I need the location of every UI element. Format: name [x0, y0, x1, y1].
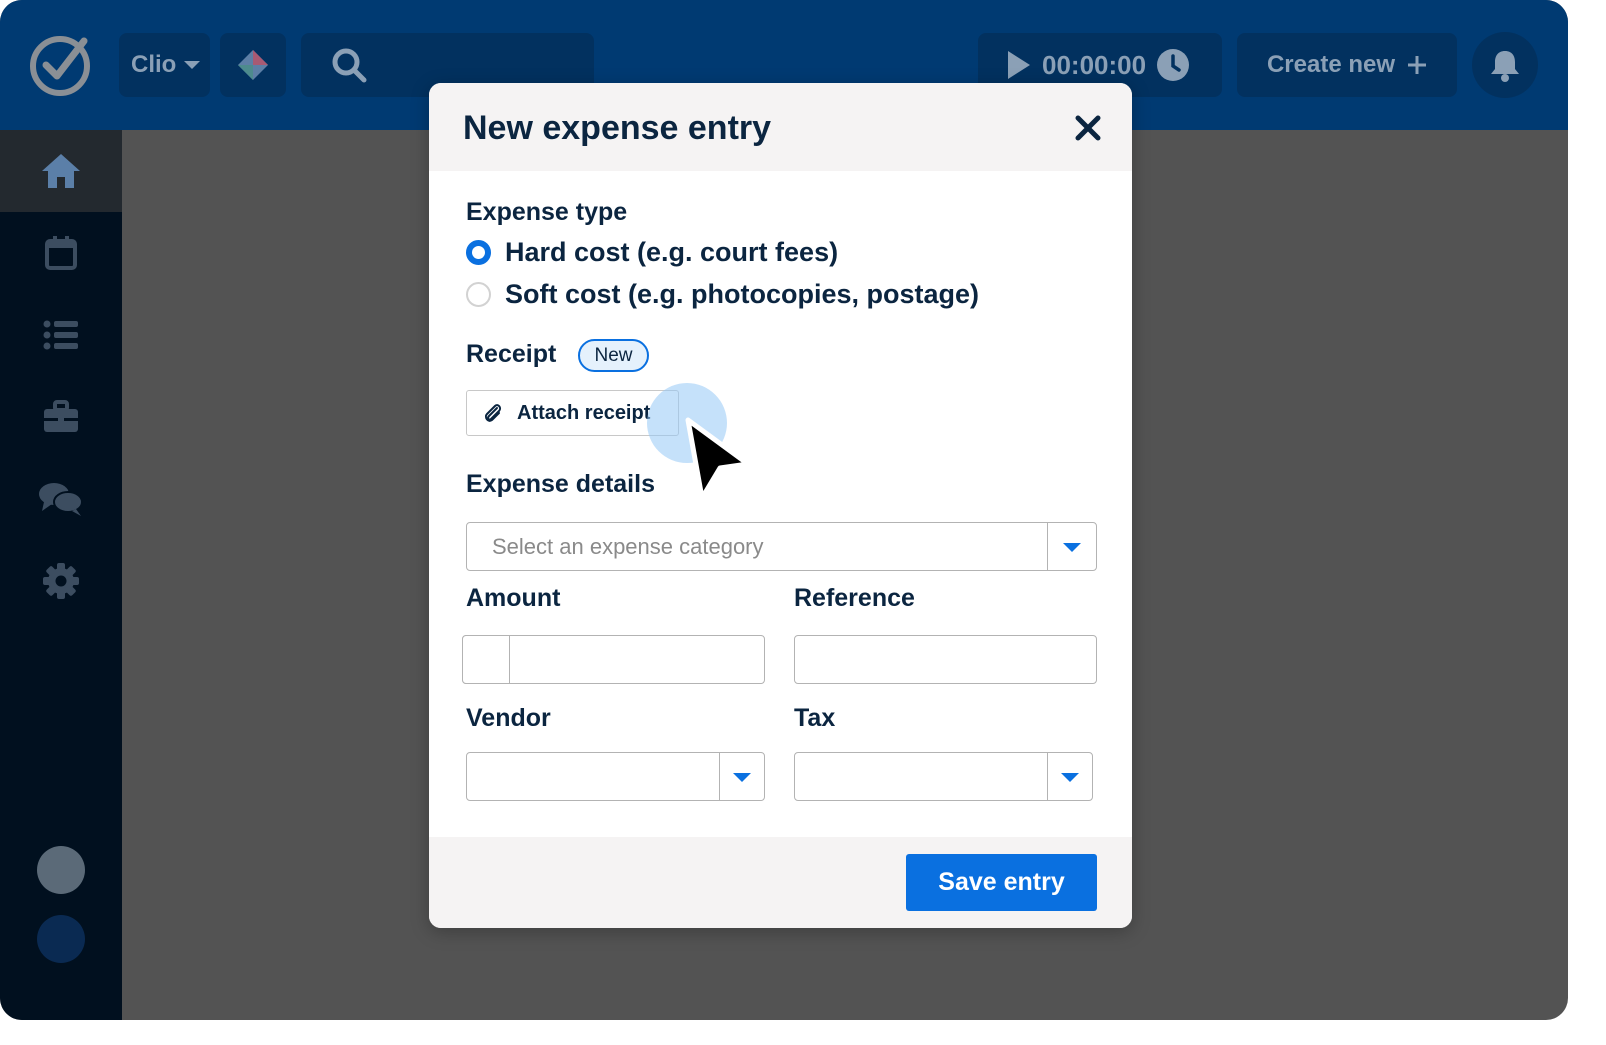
home-icon [42, 154, 80, 188]
soft-cost-label: Soft cost (e.g. photocopies, postage) [505, 279, 980, 309]
sidebar-item-matters[interactable] [0, 376, 122, 458]
modal-title: New expense entry [463, 109, 772, 147]
tax-select[interactable] [794, 752, 1093, 801]
create-new-label: Create new [1266, 51, 1396, 78]
create-new-button[interactable]: Create new [1237, 33, 1457, 97]
amount-label: Amount [466, 584, 561, 612]
expense-category-select[interactable]: Select an expense category [466, 522, 1097, 571]
bell-icon [1491, 51, 1519, 82]
select-divider [719, 753, 720, 800]
briefcase-icon [44, 400, 78, 432]
app-switcher-button[interactable]: Clio [119, 33, 210, 97]
new-expense-modal: New expense entry Expense type Hard cost… [429, 83, 1132, 928]
sidebar [0, 130, 122, 1020]
new-badge: New [578, 339, 649, 372]
play-icon [1008, 51, 1030, 79]
sidebar-item-tasks[interactable] [0, 294, 122, 376]
integrations-button[interactable] [220, 33, 286, 97]
amount-field[interactable] [462, 635, 765, 684]
reference-label: Reference [794, 584, 915, 612]
soft-cost-option[interactable]: Soft cost (e.g. photocopies, postage) [466, 279, 979, 310]
reference-field[interactable] [794, 635, 1097, 684]
avatar[interactable] [37, 846, 85, 894]
chat-icon [39, 483, 83, 516]
chevron-down-icon[interactable] [1061, 773, 1079, 782]
list-icon [43, 320, 78, 350]
calendar-icon [45, 236, 77, 270]
clock-icon [1157, 49, 1190, 81]
paperclip-icon [484, 404, 502, 422]
timer-value: 00:00:00 [1042, 49, 1147, 80]
sidebar-item-settings[interactable] [0, 540, 122, 622]
tax-label: Tax [794, 704, 836, 732]
expense-details-label: Expense details [466, 470, 655, 498]
select-divider [1047, 753, 1048, 800]
receipt-label: Receipt [466, 340, 557, 368]
account-avatar[interactable] [37, 915, 85, 963]
close-icon[interactable] [1073, 113, 1103, 143]
search-icon [332, 48, 367, 83]
cursor-pointer-icon [685, 417, 751, 501]
plus-icon [1408, 56, 1427, 74]
radio-soft-cost[interactable] [466, 282, 491, 307]
check-circle-icon[interactable] [28, 33, 92, 97]
save-entry-button[interactable]: Save entry [906, 854, 1097, 911]
modal-header: New expense entry [429, 83, 1132, 171]
sidebar-item-dashboard[interactable] [0, 130, 122, 212]
modal-footer: Save entry [429, 837, 1132, 928]
attach-receipt-label: Attach receipt [517, 401, 651, 424]
hard-cost-label: Hard cost (e.g. court fees) [505, 237, 839, 267]
hard-cost-option[interactable]: Hard cost (e.g. court fees) [466, 237, 838, 268]
gear-icon [43, 563, 79, 599]
select-divider [1047, 523, 1048, 570]
expense-type-label: Expense type [466, 198, 628, 226]
chevron-down-icon [184, 61, 201, 69]
vendor-select[interactable] [466, 752, 765, 801]
sidebar-item-communications[interactable] [0, 458, 122, 540]
category-placeholder: Select an expense category [492, 534, 764, 559]
app-window: Clio 00:00:00 Create new New expense ent… [0, 0, 1568, 1020]
gem-icon [238, 50, 268, 80]
brand-label: Clio [131, 51, 177, 78]
notifications-button[interactable] [1472, 32, 1538, 98]
sidebar-item-calendar[interactable] [0, 212, 122, 294]
chevron-down-icon[interactable] [733, 773, 751, 782]
currency-prefix [462, 635, 510, 684]
chevron-down-icon[interactable] [1063, 543, 1081, 552]
radio-hard-cost[interactable] [466, 240, 491, 265]
vendor-label: Vendor [466, 704, 551, 732]
